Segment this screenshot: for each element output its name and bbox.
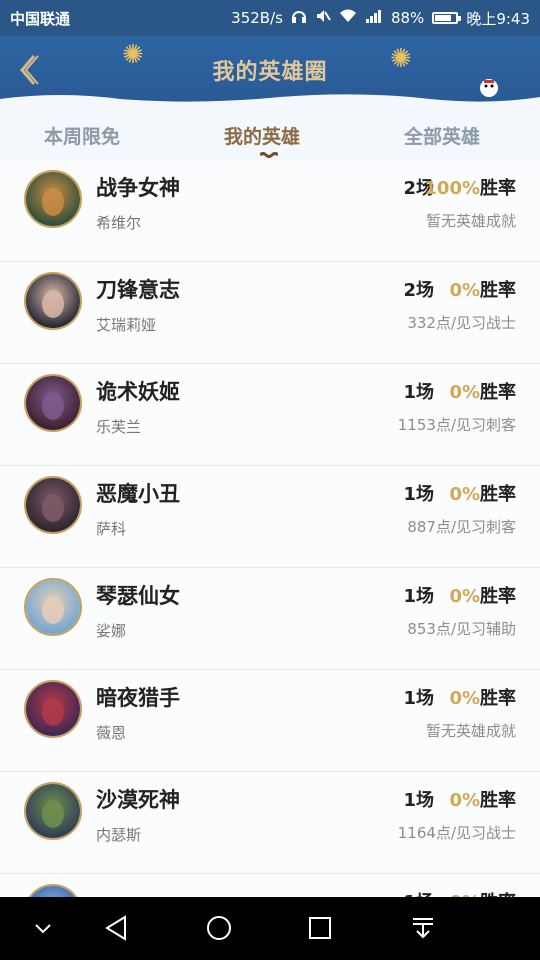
- win-rate-value: 0%: [449, 586, 480, 607]
- hero-row[interactable]: 沙漠死神 内瑟斯 1场 0%胜率 1164点/见习战士: [0, 772, 540, 874]
- hero-name: 暗夜猎手: [96, 686, 180, 710]
- hero-avatar: [24, 884, 82, 897]
- hero-title: 内瑟斯: [96, 826, 142, 844]
- win-rate-value: 0%: [449, 382, 480, 403]
- games-count: 2场: [403, 280, 434, 301]
- hero-achievement: 1164点/见习战士: [397, 824, 516, 842]
- hero-avatar: [24, 578, 82, 636]
- hero-name: 沙漠死神: [96, 788, 180, 812]
- hero-title: 乐芙兰: [96, 418, 142, 436]
- hero-row[interactable]: 暗夜猎手 薇恩 1场 0%胜率 暂无英雄成就: [0, 670, 540, 772]
- hero-title: 艾瑞莉娅: [96, 316, 157, 334]
- hero-avatar: [24, 782, 82, 840]
- hero-achievement: 暂无英雄成就: [425, 722, 516, 740]
- chevron-down-icon[interactable]: [28, 913, 58, 943]
- hero-name: 刀锋意志: [96, 278, 180, 302]
- notification-pull-icon[interactable]: [408, 913, 438, 943]
- net-speed: 352B/s: [231, 9, 283, 27]
- hero-name: 琴瑟仙女: [96, 584, 180, 608]
- win-rate-label: 胜率: [480, 790, 516, 811]
- hero-achievement: 332点/见习战士: [407, 314, 516, 332]
- games-count: 1场: [403, 484, 434, 505]
- games-count: 1场: [403, 790, 434, 811]
- back-triangle-icon[interactable]: [101, 913, 131, 943]
- recents-square-icon[interactable]: [305, 913, 335, 943]
- clock: 晚上9:43: [466, 9, 530, 28]
- games-count: 1场: [403, 888, 434, 897]
- battery-percent: 88%: [390, 9, 425, 27]
- win-rate-label: 胜率: [480, 586, 516, 607]
- hero-achievement: 1153点/见习刺客: [397, 416, 516, 434]
- win-rate: 0%胜率: [449, 684, 516, 710]
- win-rate-value: 0%: [449, 280, 480, 301]
- win-rate: 0%胜率: [449, 786, 516, 812]
- tab-weekly-free[interactable]: 本周限免: [44, 122, 120, 149]
- hero-title: 希维尔: [96, 214, 142, 232]
- hero-title: 娑娜: [96, 622, 127, 640]
- win-rate-label: 胜率: [480, 484, 516, 505]
- win-rate-label: 胜率: [480, 178, 516, 199]
- win-rate: 0%胜率: [449, 378, 516, 404]
- hero-avatar: [24, 272, 82, 330]
- win-rate: 100%胜率: [424, 174, 516, 200]
- hero-avatar: [24, 680, 82, 738]
- win-rate: 0%胜率: [449, 480, 516, 506]
- hero-avatar: [24, 170, 82, 228]
- hero-row[interactable]: 战争女神 希维尔 2场 100%胜率 暂无英雄成就: [0, 160, 540, 262]
- hero-list[interactable]: 战争女神 希维尔 2场 100%胜率 暂无英雄成就 刀锋意志 艾瑞莉娅 2场 0…: [0, 160, 540, 897]
- hero-achievement: 887点/见习刺客: [407, 518, 516, 536]
- hero-avatar: [24, 374, 82, 432]
- win-rate-value: 0%: [449, 688, 480, 709]
- win-rate-value: 100%: [424, 178, 480, 199]
- tab-my-heroes[interactable]: 我的英雄: [224, 122, 300, 149]
- games-count: 1场: [403, 382, 434, 403]
- tab-bar: 本周限免 我的英雄 全部英雄: [0, 104, 540, 160]
- win-rate-value: 0%: [449, 484, 480, 505]
- snow-edge-decoration: [0, 94, 540, 105]
- win-rate-label: 胜率: [480, 382, 516, 403]
- win-rate: 0%胜率: [449, 888, 516, 897]
- win-rate-value: 0%: [449, 790, 480, 811]
- hero-title: 薇恩: [96, 724, 127, 742]
- headphone-icon: [291, 8, 307, 28]
- games-count: 1场: [403, 688, 434, 709]
- win-rate-label: 胜率: [480, 280, 516, 301]
- hero-row[interactable]: 1场 0%胜率: [0, 874, 540, 897]
- wifi-icon: [339, 9, 357, 27]
- hero-name: 诡术妖姬: [96, 380, 180, 404]
- hero-row[interactable]: 恶魔小丑 萨科 1场 0%胜率 887点/见习刺客: [0, 466, 540, 568]
- hero-achievement: 暂无英雄成就: [425, 212, 516, 230]
- status-indicators: 352B/s 88% 晚上9:43: [231, 8, 530, 29]
- win-rate-label: 胜率: [480, 688, 516, 709]
- hero-row[interactable]: 刀锋意志 艾瑞莉娅 2场 0%胜率 332点/见习战士: [0, 262, 540, 364]
- hero-row[interactable]: 琴瑟仙女 娑娜 1场 0%胜率 853点/见习辅助: [0, 568, 540, 670]
- hero-title: 萨科: [96, 520, 127, 538]
- mute-icon: [315, 8, 331, 28]
- active-tab-indicator: [260, 152, 278, 158]
- hero-name: 战争女神: [96, 176, 180, 200]
- system-navbar: [0, 897, 540, 960]
- win-rate: 0%胜率: [449, 582, 516, 608]
- app-header: ✺ ✺ 我的英雄圈: [0, 36, 540, 105]
- tab-all-heroes[interactable]: 全部英雄: [404, 122, 480, 149]
- battery-icon: [432, 12, 462, 24]
- hero-name: 恶魔小丑: [96, 482, 180, 506]
- home-circle-icon[interactable]: [204, 913, 234, 943]
- carrier-label: 中国联通: [10, 9, 71, 28]
- games-count: 1场: [403, 586, 434, 607]
- hero-row[interactable]: 诡术妖姬 乐芙兰 1场 0%胜率 1153点/见习刺客: [0, 364, 540, 466]
- hero-achievement: 853点/见习辅助: [407, 620, 516, 638]
- hero-avatar: [24, 476, 82, 534]
- status-bar: 中国联通 352B/s 88% 晚上9:43: [0, 0, 540, 36]
- page-title: 我的英雄圈: [212, 60, 328, 85]
- signal-icon: [365, 9, 383, 27]
- win-rate: 0%胜率: [449, 276, 516, 302]
